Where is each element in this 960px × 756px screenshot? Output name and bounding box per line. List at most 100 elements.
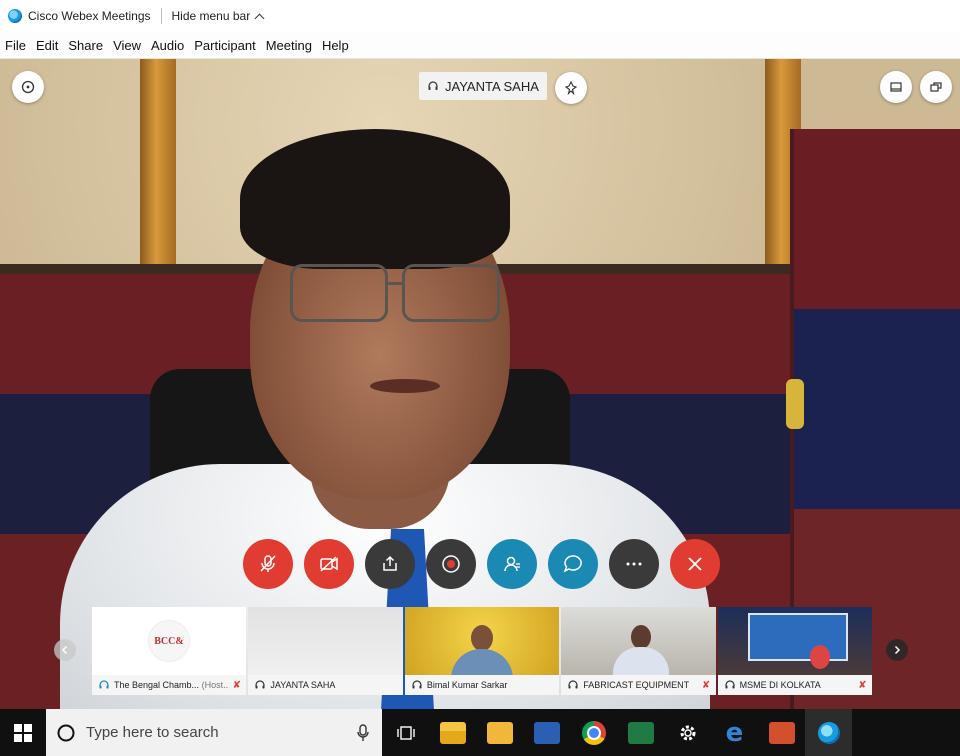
chevron-right-icon (894, 645, 901, 655)
more-button[interactable] (609, 539, 659, 589)
participants-button[interactable] (487, 539, 537, 589)
muted-mic-icon: ✘ (232, 679, 241, 691)
share-button[interactable] (365, 539, 415, 589)
settings-app[interactable] (664, 709, 711, 756)
taskbar-search[interactable]: Type here to search (46, 709, 382, 756)
meeting-info-button[interactable] (12, 71, 44, 103)
participant-name-bar: Bimal Kumar Sarkar (404, 675, 560, 695)
thumbnails-next-button[interactable] (886, 639, 908, 661)
microphone-icon[interactable] (356, 723, 370, 742)
hide-menu-bar-label: Hide menu bar (171, 9, 251, 23)
muted-mic-icon: ✘ (701, 679, 711, 691)
task-view-icon (396, 725, 415, 740)
stop-video-button[interactable] (304, 539, 354, 589)
mute-button[interactable] (243, 539, 293, 589)
folder-icon (439, 721, 466, 744)
share-icon (383, 555, 397, 571)
record-button[interactable] (426, 539, 476, 589)
muted-mic-icon: ✘ (858, 679, 867, 691)
gear-icon (680, 725, 695, 740)
exit-fullscreen-button[interactable] (920, 71, 952, 103)
person-mouth (370, 379, 440, 393)
headset-icon (568, 680, 578, 689)
participant-name: The Bengal Chamb... (Host...) (114, 680, 229, 690)
thumbnails-prev-button[interactable] (54, 639, 76, 661)
chevron-left-icon (61, 645, 68, 655)
file-explorer-app[interactable] (429, 709, 476, 756)
hide-menu-bar-button[interactable]: Hide menu bar (171, 9, 265, 23)
participant-video (404, 607, 560, 679)
title-bar: Cisco Webex Meetings Hide menu bar (0, 0, 960, 32)
menu-edit[interactable]: Edit (31, 38, 63, 53)
cortana-icon (57, 724, 75, 741)
close-icon (688, 557, 702, 571)
excel-icon (627, 721, 654, 744)
mail-app[interactable] (476, 709, 523, 756)
app-title: Cisco Webex Meetings (28, 9, 151, 23)
pin-icon (564, 81, 578, 95)
menu-help[interactable]: Help (317, 38, 354, 53)
active-speaker-video: JAYANTA SAHA BCC& The Bengal Chamb... (H… (0, 59, 960, 709)
participant-name: JAYANTA SAHA (270, 680, 336, 690)
participant-thumbnails: BCC& The Bengal Chamb... (Host...) ✘ (92, 607, 873, 695)
mail-icon (486, 721, 513, 744)
wood-pillar (140, 59, 176, 274)
layout-icon (890, 82, 902, 92)
menu-file[interactable]: File (0, 38, 31, 53)
participant-name: FABRICAST EQUIPMENT (583, 680, 690, 690)
active-speaker-name: JAYANTA SAHA (445, 78, 539, 94)
video-off-icon (320, 556, 338, 572)
edge-icon: e (725, 717, 744, 748)
participant-video (717, 607, 873, 675)
active-speaker-label: JAYANTA SAHA (419, 72, 547, 100)
chat-button[interactable] (548, 539, 598, 589)
task-view-button[interactable] (382, 709, 429, 756)
participant-name-bar: MSME DI KOLKATA ✘ (717, 675, 873, 695)
record-icon (442, 555, 460, 573)
participant-name: MSME DI KOLKATA (739, 680, 821, 690)
windows-taskbar: Type here to search e (0, 709, 960, 756)
headset-icon (255, 680, 266, 689)
menu-view[interactable]: View (108, 38, 146, 53)
chevron-up-icon (254, 13, 265, 23)
headset-icon (725, 680, 735, 689)
title-separator (160, 8, 162, 24)
participant-thumbnail[interactable]: Bimal Kumar Sarkar (404, 607, 560, 695)
participant-thumbnail[interactable]: JAYANTA SAHA (248, 607, 403, 695)
participant-thumbnail[interactable]: MSME DI KOLKATA ✘ (717, 607, 873, 695)
webex-icon (817, 721, 840, 744)
participant-thumbnail[interactable]: FABRICAST EQUIPMENT ✘ (561, 607, 716, 695)
layout-button[interactable] (880, 71, 912, 103)
participant-thumbnail[interactable]: BCC& The Bengal Chamb... (Host...) ✘ (92, 607, 247, 695)
menu-participant[interactable]: Participant (189, 38, 260, 53)
webex-taskbar-app[interactable] (805, 709, 852, 756)
meeting-controls (243, 539, 720, 589)
participant-name: Bimal Kumar Sarkar (426, 680, 508, 690)
chat-icon (563, 555, 582, 573)
webex-logo-icon (8, 9, 22, 23)
headset-icon (412, 680, 422, 689)
menu-share[interactable]: Share (63, 38, 108, 53)
participant-video-off (248, 607, 403, 675)
menu-audio[interactable]: Audio (146, 38, 189, 53)
menu-bar: File Edit Share View Audio Participant M… (0, 32, 960, 59)
lock-speaker-button[interactable] (555, 72, 587, 104)
powerpoint-icon (768, 721, 795, 744)
bcc-logo: BCC& (149, 621, 189, 661)
menu-meeting[interactable]: Meeting (261, 38, 317, 53)
person-glasses (290, 264, 500, 324)
word-icon (533, 721, 560, 744)
end-meeting-button[interactable] (670, 539, 720, 589)
windows-logo-icon (14, 723, 32, 742)
start-button[interactable] (0, 709, 46, 756)
powerpoint-app[interactable] (758, 709, 805, 756)
edge-app[interactable]: e (711, 709, 758, 756)
participant-logo: BCC& (92, 607, 247, 675)
chrome-app[interactable] (570, 709, 617, 756)
word-app[interactable] (523, 709, 570, 756)
excel-app[interactable] (617, 709, 664, 756)
mic-off-icon (260, 555, 276, 572)
host-headset-icon (99, 680, 109, 689)
participant-name-bar: FABRICAST EQUIPMENT ✘ (561, 675, 716, 695)
participant-name-bar: The Bengal Chamb... (Host...) ✘ (92, 675, 247, 695)
